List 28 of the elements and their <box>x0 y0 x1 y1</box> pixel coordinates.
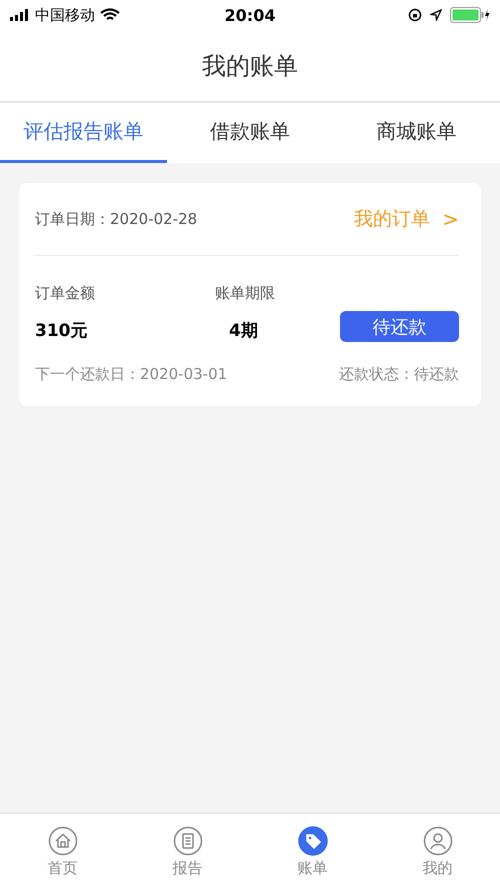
tag-icon <box>298 826 328 856</box>
wifi-icon <box>100 8 120 22</box>
repay-status: 还款状态：待还款 <box>339 364 459 384</box>
page-title: 我的账单 <box>202 50 298 82</box>
carrier-name: 中国移动 <box>35 6 95 24</box>
signal-icon <box>10 9 30 21</box>
rotation-lock-icon <box>408 8 422 22</box>
order-date: 订单日期：2020-02-28 <box>35 210 198 228</box>
nav-item[interactable]: 我的 <box>375 814 500 889</box>
clock-time: 20:04 <box>224 6 276 24</box>
term-value: 4期 <box>228 320 259 342</box>
my-orders-link[interactable]: 我的订单 > <box>354 206 459 232</box>
next-due-date: 下一个还款日：2020-03-01 <box>35 364 228 384</box>
nav-item[interactable]: 首页 <box>0 814 125 889</box>
tab[interactable]: 商城账单 <box>333 103 500 163</box>
amount-value: 310元 <box>35 320 88 342</box>
tab[interactable]: 借款账单 <box>166 103 334 163</box>
user-icon <box>422 826 452 856</box>
battery-icon <box>450 7 490 23</box>
location-icon <box>430 9 442 21</box>
home-icon <box>48 826 78 856</box>
nav-item[interactable]: 报告 <box>125 814 250 889</box>
tab[interactable]: 评估报告账单 <box>0 103 167 163</box>
nav-item[interactable]: 账单 <box>250 814 375 889</box>
repay-button[interactable]: 待还款 <box>340 311 459 342</box>
amount-label: 订单金额 <box>35 284 96 303</box>
document-icon <box>172 826 202 856</box>
term-label: 账单期限 <box>215 284 276 303</box>
